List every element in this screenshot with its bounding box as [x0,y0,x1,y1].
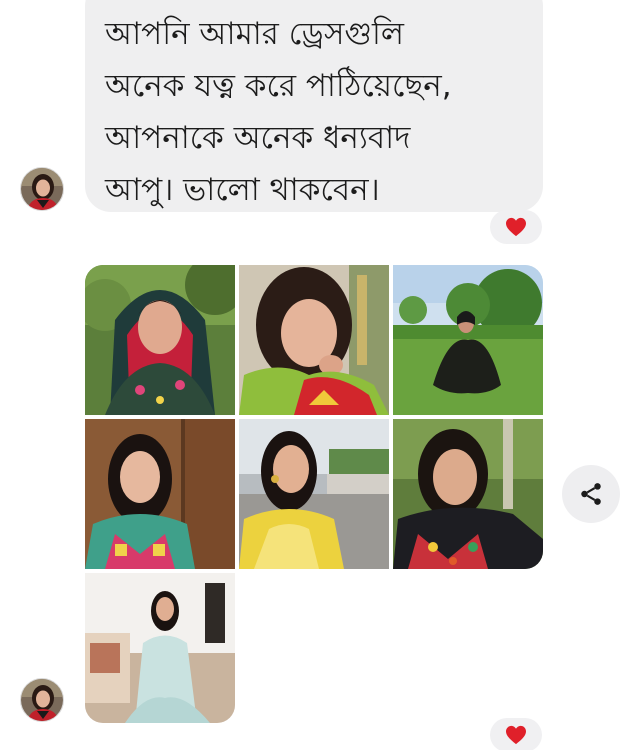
photo-yellow-dupatta-rooftop [239,419,389,569]
message-text: আপনি আমার ড্রেসগুলি অনেক যত্ন করে পাঠিয়… [105,16,452,208]
photo-red-scarf-garden [85,265,235,415]
share-icon [581,483,601,505]
album-photo[interactable] [393,419,543,569]
album-photo[interactable] [239,265,389,415]
album-photo[interactable] [239,419,389,569]
photo-album [85,265,543,723]
reaction-badge[interactable] [490,210,542,244]
reaction-badge[interactable] [490,718,542,750]
photo-green-red-shawl-smile [239,265,389,415]
message-thread: আপনি আমার ড্রেসগুলি অনেক যত্ন করে পাঠিয়… [0,0,640,750]
album-photo[interactable] [85,419,235,569]
avatar-image [21,679,63,721]
photo-black-embroidered-kurta-outdoors [393,419,543,569]
album-photo[interactable] [85,573,235,723]
photo-white-dress-sofa [85,573,235,723]
heart-icon [506,725,526,745]
album-photo[interactable] [85,265,235,415]
heart-icon [506,217,526,237]
message-bubble[interactable]: আপনি আমার ড্রেসগুলি অনেক যত্ন করে পাঠিয়… [85,0,543,212]
sender-avatar[interactable] [20,167,64,211]
sender-avatar[interactable] [20,678,64,722]
avatar-image [21,168,63,210]
photo-embroidered-kurta-indoors [85,419,235,569]
album-photo[interactable] [393,265,543,415]
photo-seated-in-field [393,265,543,415]
share-button[interactable] [562,465,620,523]
